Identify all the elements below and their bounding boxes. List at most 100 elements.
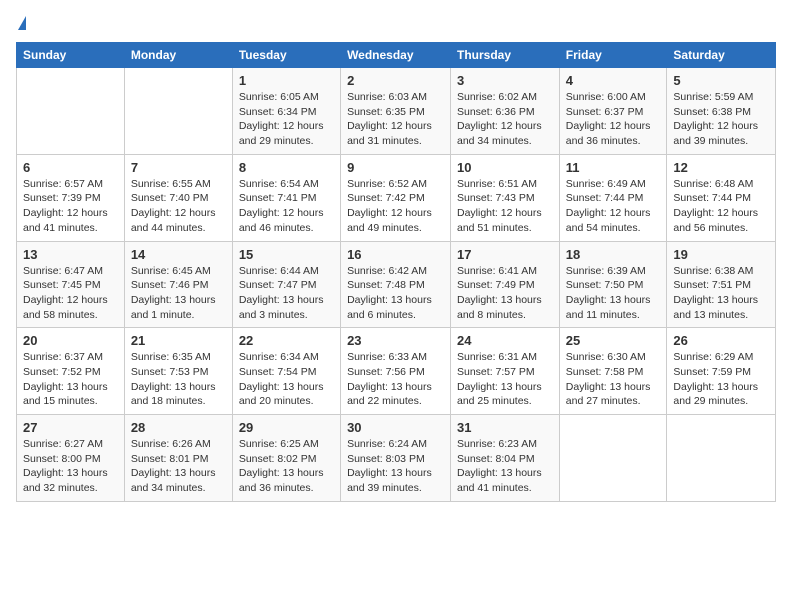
day-info: Sunrise: 6:05 AM Sunset: 6:34 PM Dayligh… bbox=[239, 90, 334, 149]
day-info: Sunrise: 6:49 AM Sunset: 7:44 PM Dayligh… bbox=[566, 177, 661, 236]
day-number: 26 bbox=[673, 333, 769, 348]
day-number: 27 bbox=[23, 420, 118, 435]
calendar-cell: 31 Sunrise: 6:23 AM Sunset: 8:04 PM Dayli… bbox=[451, 415, 560, 502]
calendar-cell bbox=[17, 68, 125, 155]
calendar-cell: 5Sunrise: 5:59 AM Sunset: 6:38 PM Daylig… bbox=[667, 68, 776, 155]
calendar-cell bbox=[667, 415, 776, 502]
calendar-cell: 19Sunrise: 6:38 AM Sunset: 7:51 PM Dayli… bbox=[667, 241, 776, 328]
day-number: 31 bbox=[457, 420, 553, 435]
day-info: Sunrise: 6:23 AM Sunset: 8:04 PM Dayligh… bbox=[457, 437, 553, 496]
header-cell-tuesday: Tuesday bbox=[232, 43, 340, 68]
day-number: 4 bbox=[566, 73, 661, 88]
day-number: 1 bbox=[239, 73, 334, 88]
header-row: SundayMondayTuesdayWednesdayThursdayFrid… bbox=[17, 43, 776, 68]
calendar-cell: 26 Sunrise: 6:29 AM Sunset: 7:59 PM Dayli… bbox=[667, 328, 776, 415]
day-number: 29 bbox=[239, 420, 334, 435]
calendar-week-3: 13Sunrise: 6:47 AM Sunset: 7:45 PM Dayli… bbox=[17, 241, 776, 328]
day-info: Sunrise: 6:54 AM Sunset: 7:41 PM Dayligh… bbox=[239, 177, 334, 236]
calendar-cell: 30 Sunrise: 6:24 AM Sunset: 8:03 PM Dayli… bbox=[341, 415, 451, 502]
logo-triangle-icon bbox=[18, 16, 26, 30]
day-number: 17 bbox=[457, 247, 553, 262]
day-number: 15 bbox=[239, 247, 334, 262]
day-info: Sunrise: 6:48 AM Sunset: 7:44 PM Dayligh… bbox=[673, 177, 769, 236]
day-info: Sunrise: 6:38 AM Sunset: 7:51 PM Dayligh… bbox=[673, 264, 769, 323]
header-cell-saturday: Saturday bbox=[667, 43, 776, 68]
calendar-cell: 18 Sunrise: 6:39 AM Sunset: 7:50 PM Dayli… bbox=[559, 241, 667, 328]
calendar-cell: 7 Sunrise: 6:55 AM Sunset: 7:40 PM Daylig… bbox=[124, 154, 232, 241]
day-number: 30 bbox=[347, 420, 444, 435]
calendar-week-4: 20 Sunrise: 6:37 AM Sunset: 7:52 PM Dayli… bbox=[17, 328, 776, 415]
calendar-cell: 6Sunrise: 6:57 AM Sunset: 7:39 PM Daylig… bbox=[17, 154, 125, 241]
day-info: Sunrise: 6:31 AM Sunset: 7:57 PM Dayligh… bbox=[457, 350, 553, 409]
day-info: Sunrise: 6:00 AM Sunset: 6:37 PM Dayligh… bbox=[566, 90, 661, 149]
header-cell-monday: Monday bbox=[124, 43, 232, 68]
calendar-cell: 29 Sunrise: 6:25 AM Sunset: 8:02 PM Dayli… bbox=[232, 415, 340, 502]
day-info: Sunrise: 6:35 AM Sunset: 7:53 PM Dayligh… bbox=[131, 350, 226, 409]
day-info: Sunrise: 6:24 AM Sunset: 8:03 PM Dayligh… bbox=[347, 437, 444, 496]
day-info: Sunrise: 6:03 AM Sunset: 6:35 PM Dayligh… bbox=[347, 90, 444, 149]
day-info: Sunrise: 6:55 AM Sunset: 7:40 PM Dayligh… bbox=[131, 177, 226, 236]
day-number: 9 bbox=[347, 160, 444, 175]
calendar-cell: 25 Sunrise: 6:30 AM Sunset: 7:58 PM Dayli… bbox=[559, 328, 667, 415]
calendar-cell: 23Sunrise: 6:33 AM Sunset: 7:56 PM Dayli… bbox=[341, 328, 451, 415]
calendar-table: SundayMondayTuesdayWednesdayThursdayFrid… bbox=[16, 42, 776, 502]
day-number: 22 bbox=[239, 333, 334, 348]
calendar-cell: 4 Sunrise: 6:00 AM Sunset: 6:37 PM Daylig… bbox=[559, 68, 667, 155]
day-number: 7 bbox=[131, 160, 226, 175]
day-info: Sunrise: 6:29 AM Sunset: 7:59 PM Dayligh… bbox=[673, 350, 769, 409]
day-number: 12 bbox=[673, 160, 769, 175]
day-info: Sunrise: 6:25 AM Sunset: 8:02 PM Dayligh… bbox=[239, 437, 334, 496]
day-number: 3 bbox=[457, 73, 553, 88]
day-info: Sunrise: 6:27 AM Sunset: 8:00 PM Dayligh… bbox=[23, 437, 118, 496]
day-number: 14 bbox=[131, 247, 226, 262]
calendar-cell: 27 Sunrise: 6:27 AM Sunset: 8:00 PM Dayli… bbox=[17, 415, 125, 502]
calendar-cell: 12 Sunrise: 6:48 AM Sunset: 7:44 PM Dayli… bbox=[667, 154, 776, 241]
calendar-cell: 13Sunrise: 6:47 AM Sunset: 7:45 PM Dayli… bbox=[17, 241, 125, 328]
logo bbox=[16, 16, 26, 30]
header-cell-friday: Friday bbox=[559, 43, 667, 68]
calendar-cell bbox=[559, 415, 667, 502]
calendar-week-1: 1 Sunrise: 6:05 AM Sunset: 6:34 PM Daylig… bbox=[17, 68, 776, 155]
header-cell-thursday: Thursday bbox=[451, 43, 560, 68]
calendar-body: 1 Sunrise: 6:05 AM Sunset: 6:34 PM Daylig… bbox=[17, 68, 776, 502]
calendar-cell: 10Sunrise: 6:51 AM Sunset: 7:43 PM Dayli… bbox=[451, 154, 560, 241]
day-info: Sunrise: 5:59 AM Sunset: 6:38 PM Dayligh… bbox=[673, 90, 769, 149]
calendar-cell: 8 Sunrise: 6:54 AM Sunset: 7:41 PM Daylig… bbox=[232, 154, 340, 241]
calendar-cell: 3Sunrise: 6:02 AM Sunset: 6:36 PM Daylig… bbox=[451, 68, 560, 155]
day-number: 24 bbox=[457, 333, 553, 348]
calendar-cell: 17 Sunrise: 6:41 AM Sunset: 7:49 PM Dayli… bbox=[451, 241, 560, 328]
calendar-week-5: 27 Sunrise: 6:27 AM Sunset: 8:00 PM Dayli… bbox=[17, 415, 776, 502]
day-info: Sunrise: 6:51 AM Sunset: 7:43 PM Dayligh… bbox=[457, 177, 553, 236]
day-number: 2 bbox=[347, 73, 444, 88]
day-number: 28 bbox=[131, 420, 226, 435]
calendar-cell: 15Sunrise: 6:44 AM Sunset: 7:47 PM Dayli… bbox=[232, 241, 340, 328]
calendar-week-2: 6Sunrise: 6:57 AM Sunset: 7:39 PM Daylig… bbox=[17, 154, 776, 241]
page-header bbox=[16, 16, 776, 30]
calendar-cell: 28 Sunrise: 6:26 AM Sunset: 8:01 PM Dayli… bbox=[124, 415, 232, 502]
header-cell-sunday: Sunday bbox=[17, 43, 125, 68]
day-info: Sunrise: 6:41 AM Sunset: 7:49 PM Dayligh… bbox=[457, 264, 553, 323]
day-number: 8 bbox=[239, 160, 334, 175]
day-number: 25 bbox=[566, 333, 661, 348]
calendar-cell: 2 Sunrise: 6:03 AM Sunset: 6:35 PM Daylig… bbox=[341, 68, 451, 155]
day-info: Sunrise: 6:26 AM Sunset: 8:01 PM Dayligh… bbox=[131, 437, 226, 496]
calendar-cell: 16 Sunrise: 6:42 AM Sunset: 7:48 PM Dayli… bbox=[341, 241, 451, 328]
day-info: Sunrise: 6:37 AM Sunset: 7:52 PM Dayligh… bbox=[23, 350, 118, 409]
day-info: Sunrise: 6:45 AM Sunset: 7:46 PM Dayligh… bbox=[131, 264, 226, 323]
calendar-cell: 1 Sunrise: 6:05 AM Sunset: 6:34 PM Daylig… bbox=[232, 68, 340, 155]
calendar-cell bbox=[124, 68, 232, 155]
calendar-cell: 20 Sunrise: 6:37 AM Sunset: 7:52 PM Dayli… bbox=[17, 328, 125, 415]
day-number: 13 bbox=[23, 247, 118, 262]
day-number: 20 bbox=[23, 333, 118, 348]
day-number: 18 bbox=[566, 247, 661, 262]
day-number: 23 bbox=[347, 333, 444, 348]
day-info: Sunrise: 6:42 AM Sunset: 7:48 PM Dayligh… bbox=[347, 264, 444, 323]
day-info: Sunrise: 6:34 AM Sunset: 7:54 PM Dayligh… bbox=[239, 350, 334, 409]
day-number: 16 bbox=[347, 247, 444, 262]
calendar-cell: 9Sunrise: 6:52 AM Sunset: 7:42 PM Daylig… bbox=[341, 154, 451, 241]
day-number: 6 bbox=[23, 160, 118, 175]
day-info: Sunrise: 6:39 AM Sunset: 7:50 PM Dayligh… bbox=[566, 264, 661, 323]
calendar-cell: 22 Sunrise: 6:34 AM Sunset: 7:54 PM Dayli… bbox=[232, 328, 340, 415]
day-info: Sunrise: 6:30 AM Sunset: 7:58 PM Dayligh… bbox=[566, 350, 661, 409]
calendar-cell: 21Sunrise: 6:35 AM Sunset: 7:53 PM Dayli… bbox=[124, 328, 232, 415]
